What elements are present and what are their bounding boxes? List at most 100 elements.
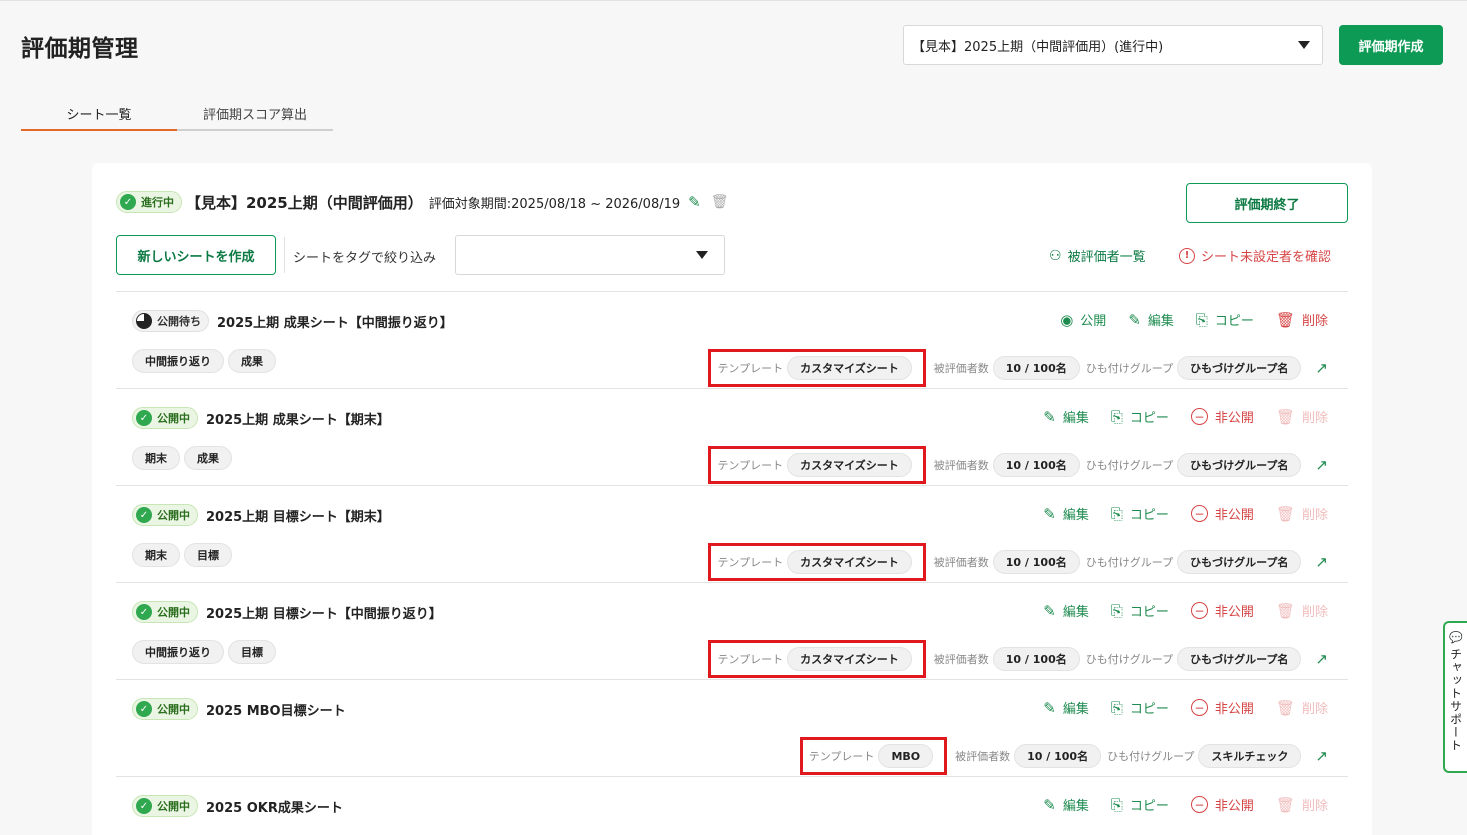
copy-button[interactable]: ⎘ コピー <box>1111 698 1169 718</box>
unpublish-label: 非公開 <box>1214 702 1254 717</box>
external-link-icon[interactable]: ↗ <box>1315 456 1328 474</box>
create-period-button[interactable]: 評価期作成 <box>1339 25 1443 65</box>
evaluatee-count: 10 / 100名 <box>1014 744 1102 768</box>
unpublish-button[interactable]: − 非公開 <box>1190 698 1254 717</box>
delete-button-disabled: 🗑 削除 <box>1275 601 1328 621</box>
copy-button[interactable]: ⎘ コピー <box>1196 310 1254 330</box>
trash-icon: 🗑 <box>1275 601 1295 620</box>
unpublish-label: 非公開 <box>1214 508 1254 523</box>
tab-bar: シート一覧 評価期スコア算出 <box>21 97 333 131</box>
template-highlight: テンプレート MBO <box>799 737 948 775</box>
delete-label: 削除 <box>1301 314 1328 329</box>
unpublish-label: 非公開 <box>1214 411 1254 426</box>
new-sheet-button[interactable]: 新しいシートを作成 <box>116 235 276 275</box>
evaluatee-count: 10 / 100名 <box>992 647 1080 671</box>
unpublish-button[interactable]: − 非公開 <box>1190 407 1254 426</box>
external-link-icon[interactable]: ↗ <box>1315 650 1328 668</box>
end-period-button[interactable]: 評価期終了 <box>1186 183 1348 223</box>
pencil-icon: ✎ <box>1043 504 1056 523</box>
trash-icon: 🗑 <box>1275 698 1295 717</box>
template-highlight: テンプレート カスタマイズシート <box>708 446 926 484</box>
edit-button[interactable]: ✎ 編集 <box>1043 698 1089 718</box>
delete-label: 削除 <box>1301 508 1328 523</box>
sheet-name[interactable]: 2025上期 成果シート【期末】 <box>206 409 390 428</box>
sheet-name[interactable]: 2025 MBO目標シート <box>206 700 346 719</box>
tag-filter-label: シートをタグで絞り込み <box>293 251 437 266</box>
period-header: ✓ 進行中 【見本】2025上期（中間評価用） 評価対象期間:2025/08/1… <box>116 191 729 213</box>
sheet-name[interactable]: 2025上期 目標シート【期末】 <box>206 506 390 525</box>
template-chip: カスタマイズシート <box>787 453 912 477</box>
template-highlight: テンプレート カスタマイズシート <box>708 349 926 387</box>
sheet-list: 公開待ち 2025上期 成果シート【中間振り返り】 ◉ 公開 ✎ 編集 ⎘ コピー 🗑… <box>116 291 1348 835</box>
copy-button[interactable]: ⎘ コピー <box>1110 795 1169 815</box>
period-range: 評価対象期間:2025/08/18 ~ 2026/08/19 <box>428 196 681 212</box>
period-select-value: 【見本】2025上期（中間評価用）(進行中) <box>912 39 1164 55</box>
copy-icon: ⎘ <box>1110 795 1123 814</box>
edit-button[interactable]: ✎ 編集 <box>1043 795 1089 815</box>
sheet-name[interactable]: 2025上期 目標シート【中間振り返り】 <box>206 603 442 622</box>
edit-button[interactable]: ✎ 編集 <box>1043 601 1089 621</box>
check-icon: ✓ <box>120 194 136 210</box>
publish-button[interactable]: ◉ 公開 <box>1060 310 1106 330</box>
delete-button-disabled: 🗑 削除 <box>1276 795 1328 815</box>
copy-label: コピー <box>1214 314 1254 329</box>
copy-button[interactable]: ⎘ コピー <box>1111 407 1169 427</box>
copy-label: コピー <box>1129 702 1169 717</box>
divider <box>284 237 285 273</box>
copy-button[interactable]: ⎘ コピー <box>1111 504 1169 524</box>
edit-label: 編集 <box>1062 411 1089 426</box>
group-chip: スキルチェック <box>1198 744 1302 768</box>
copy-label: コピー <box>1129 605 1169 620</box>
template-highlight: テンプレート カスタマイズシート <box>708 640 926 678</box>
external-link-icon[interactable]: ↗ <box>1315 359 1328 377</box>
status-badge-label: 進行中 <box>141 196 174 209</box>
sheet-row: ✓ 公開中 2025上期 目標シート【中間振り返り】 ✎ 編集 ⎘ コピー − 非公開… <box>116 582 1348 679</box>
unset-check-label: シート未設定者を確認 <box>1201 250 1332 265</box>
template-chip: カスタマイズシート <box>787 550 912 574</box>
external-link-icon[interactable]: ↗ <box>1315 553 1328 571</box>
external-link-icon[interactable]: ↗ <box>1315 747 1328 765</box>
unpublish-button[interactable]: − 非公開 <box>1190 601 1254 620</box>
group-chip: ひもづけグループ名 <box>1177 550 1302 574</box>
unpublish-button[interactable]: − 非公開 <box>1190 504 1254 523</box>
group-chip: ひもづけグループ名 <box>1177 647 1302 671</box>
minus-circle-icon: − <box>1190 602 1208 619</box>
sheet-row: ✓ 公開中 2025上期 成果シート【期末】 ✎ 編集 ⎘ コピー − 非公開 🗑 削除… <box>116 388 1348 485</box>
copy-button[interactable]: ⎘ コピー <box>1110 601 1169 621</box>
pencil-icon: ✎ <box>1128 310 1141 329</box>
template-chip: MBO <box>878 744 934 768</box>
edit-button[interactable]: ✎ 編集 <box>1128 310 1174 330</box>
sheet-name[interactable]: 2025上期 成果シート【中間振り返り】 <box>217 312 453 331</box>
group-label: ひも付けグループ <box>1085 459 1174 472</box>
period-select[interactable]: 【見本】2025上期（中間評価用）(進行中) <box>903 25 1323 65</box>
pencil-icon: ✎ <box>1043 407 1056 426</box>
delete-label: 削除 <box>1301 702 1328 717</box>
trash-icon: 🗑 <box>1275 504 1295 523</box>
tag-chip: 中間振り返り <box>132 640 224 664</box>
edit-label: 編集 <box>1062 702 1089 717</box>
people-icon: ⚇ <box>1049 247 1062 264</box>
sheet-name[interactable]: 2025 OKR成果シート <box>206 797 343 816</box>
status-badge: ✓ 公開中 <box>132 698 198 720</box>
trash-icon[interactable]: 🗑 <box>711 194 729 210</box>
pencil-icon: ✎ <box>1043 698 1056 717</box>
tab-score-calc[interactable]: 評価期スコア算出 <box>177 97 333 131</box>
delete-button[interactable]: 🗑 削除 <box>1276 310 1328 330</box>
edit-period-icon[interactable]: ✎ <box>688 193 701 211</box>
tag-filter-select[interactable] <box>455 235 725 275</box>
minus-circle-icon: − <box>1190 505 1208 522</box>
sheet-row: 公開待ち 2025上期 成果シート【中間振り返り】 ◉ 公開 ✎ 編集 ⎘ コピー 🗑… <box>116 291 1348 388</box>
edit-button[interactable]: ✎ 編集 <box>1043 504 1089 524</box>
chat-support-tab[interactable]: 💬 チャットサポート <box>1443 621 1467 773</box>
eye-icon: ◉ <box>1060 310 1074 329</box>
tab-sheet-list[interactable]: シート一覧 <box>21 97 177 131</box>
evaluatees-link[interactable]: ⚇ 被評価者一覧 <box>1049 246 1146 266</box>
tag-chip: 成果 <box>184 446 232 470</box>
copy-icon: ⎘ <box>1110 601 1123 620</box>
unset-check-link[interactable]: ! シート未設定者を確認 <box>1179 246 1331 265</box>
evaluatee-count-label: 被評価者数 <box>933 362 989 375</box>
sheet-row: ✓ 公開中 2025 OKR成果シート ✎ 編集 ⎘ コピー − 非公開 🗑 削除 <box>116 776 1348 835</box>
edit-label: 編集 <box>1062 508 1089 523</box>
edit-button[interactable]: ✎ 編集 <box>1043 407 1089 427</box>
unpublish-button[interactable]: − 非公開 <box>1190 795 1254 814</box>
